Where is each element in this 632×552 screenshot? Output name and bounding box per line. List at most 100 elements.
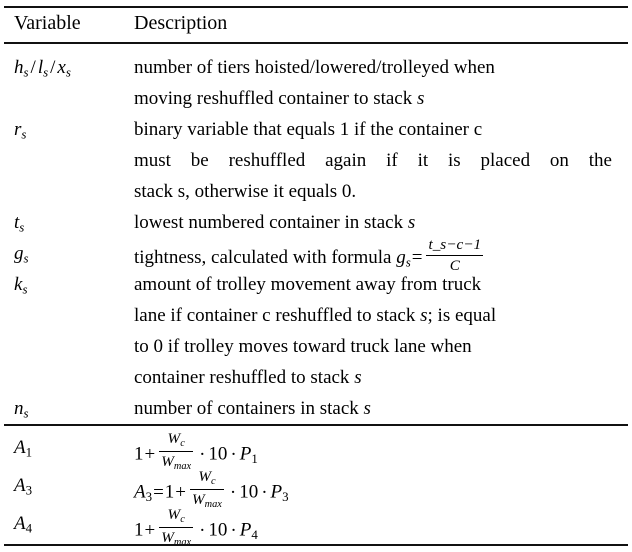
- table-row: rs binary variable that equals 1 if the …: [0, 114, 632, 207]
- subscript-s: s: [23, 250, 29, 266]
- description-line: binary variable that equals 1 if the con…: [134, 119, 483, 140]
- description-line: to 0 if trolley moves toward truck lane …: [134, 336, 472, 357]
- description-line: number of tiers hoisted/lowered/trolleye…: [134, 57, 495, 78]
- variable-cell-A1: A1: [0, 432, 134, 468]
- table-row: A3 A3=1+ Wc Wmax · 10 · P3: [0, 468, 632, 512]
- operator-plus: +: [144, 519, 156, 541]
- symbol-n: n: [14, 398, 24, 419]
- table-row: A1 1+ Wc Wmax · 10 · P1: [0, 430, 632, 474]
- separator-slash: /: [30, 57, 36, 78]
- number-ten: 10: [208, 519, 228, 541]
- symbol-P: P: [270, 481, 283, 503]
- description-line: amount of trolley movement away from tru…: [134, 274, 482, 295]
- description-line: moving reshuffled container to stack s: [134, 88, 425, 109]
- description-line: lowest numbered container in stack s: [134, 212, 416, 233]
- variable-cell-r: rs: [0, 114, 134, 150]
- fraction-numerator: Wc: [159, 430, 194, 452]
- description-line: lane if container c reshuffled to stack …: [134, 305, 497, 326]
- numerator-symbol: W: [167, 506, 181, 524]
- subscript-P: 3: [282, 489, 289, 505]
- numerator-subscript: c: [180, 438, 185, 450]
- table-row: hs / ls / xs number of tiers hoisted/lowered…: [0, 52, 632, 114]
- number-one: 1: [134, 443, 144, 465]
- formula-lhs: g: [396, 247, 406, 269]
- header-variable: Variable: [14, 12, 81, 34]
- formula-prefix-symbol: A: [134, 481, 146, 503]
- fraction-weight-ratio: Wc Wmax: [190, 468, 224, 510]
- symbol-g: g: [14, 243, 24, 264]
- symbol-x: x: [57, 57, 66, 78]
- variable-cell-A4: A4: [0, 508, 134, 544]
- description-cell-A3: A3=1+ Wc Wmax · 10 · P3: [134, 468, 632, 512]
- denominator-symbol: W: [161, 452, 174, 470]
- symbol-P: P: [239, 519, 252, 541]
- subscript-s: s: [22, 281, 28, 297]
- number-one: 1: [134, 519, 144, 541]
- operator-dot: ·: [199, 519, 206, 541]
- table-rule-bottom: [4, 544, 628, 547]
- table-rule-mid: [4, 424, 628, 426]
- number-ten: 10: [208, 443, 228, 465]
- italic-s: s: [363, 398, 371, 419]
- denominator-subscript: max: [173, 536, 192, 548]
- number-one: 1: [164, 481, 175, 503]
- description-cell-h-l-x: number of tiers hoisted/lowered/trolleye…: [134, 52, 632, 114]
- subscript-P: 1: [251, 451, 258, 467]
- variable-cell-h-l-x: hs / ls / xs: [0, 52, 134, 88]
- numerator-subscript: c: [180, 514, 185, 526]
- symbol-h: h: [14, 57, 24, 78]
- subscript-1: 1: [25, 444, 33, 460]
- fraction-numerator: Wc: [159, 506, 194, 528]
- operator-dot: ·: [199, 443, 206, 465]
- description-line: container reshuffled to stack s: [134, 367, 362, 388]
- numerator-subscript: c: [210, 476, 216, 488]
- formula-lhs-subscript: s: [405, 254, 411, 270]
- numerator-symbol: W: [167, 430, 181, 448]
- numerator-symbol: W: [198, 468, 211, 486]
- symbol-A: A: [14, 513, 26, 534]
- table-rule-header: [4, 42, 628, 44]
- subscript-s: s: [21, 126, 27, 142]
- denominator-symbol: W: [192, 490, 205, 508]
- subscript-s: s: [23, 64, 29, 80]
- subscript-P: 4: [251, 527, 258, 543]
- description-cell-t: lowest numbered container in stack s: [134, 207, 632, 238]
- subscript-3: 3: [25, 482, 33, 498]
- description-line: stack s, otherwise it equals 0.: [134, 181, 357, 202]
- italic-s: s: [407, 212, 416, 233]
- fraction-numerator: Wc: [190, 468, 224, 490]
- italic-s: s: [417, 88, 425, 109]
- header-description: Description: [134, 12, 228, 34]
- subscript-s: s: [19, 219, 25, 235]
- subscript-s: s: [23, 405, 29, 421]
- symbol-P: P: [239, 443, 252, 465]
- symbol-A: A: [14, 475, 26, 496]
- operator-dot: ·: [229, 481, 237, 503]
- operator-plus: +: [175, 481, 186, 503]
- symbol-A: A: [14, 437, 26, 458]
- variable-cell-k: ks: [0, 269, 134, 305]
- operator-plus: +: [144, 443, 156, 465]
- formula-equals: =: [411, 247, 423, 269]
- variable-description-table: Variable Description hs / ls / xs number of …: [0, 0, 632, 552]
- number-ten: 10: [239, 481, 259, 503]
- formula-equals: =: [153, 481, 164, 503]
- table-row: ks amount of trolley movement away from …: [0, 269, 632, 393]
- formula-expression-A3: A3=1+ Wc Wmax · 10 · P3: [134, 468, 624, 512]
- fraction-tightness: t_s−c−1 C: [426, 236, 484, 274]
- description-line: number of containers in stack s: [134, 398, 371, 419]
- description-line: must be reshuffled again if it is placed…: [134, 150, 612, 171]
- fraction-numerator: t_s−c−1: [426, 236, 484, 256]
- description-cell-r: binary variable that equals 1 if the con…: [134, 114, 632, 207]
- variable-cell-A3: A3: [0, 470, 134, 506]
- fraction-weight-ratio: Wc Wmax: [159, 506, 194, 548]
- italic-s: s: [420, 305, 428, 326]
- operator-dot: ·: [261, 481, 268, 503]
- description-cell-k: amount of trolley movement away from tru…: [134, 269, 632, 393]
- separator-slash: /: [50, 57, 56, 78]
- subscript-4: 4: [25, 520, 33, 536]
- formula-lead-text: tightness, calculated with formula: [134, 247, 392, 269]
- operator-dot: ·: [230, 443, 237, 465]
- description-cell-n: number of containers in stack s: [134, 393, 632, 424]
- operator-dot: ·: [230, 519, 237, 541]
